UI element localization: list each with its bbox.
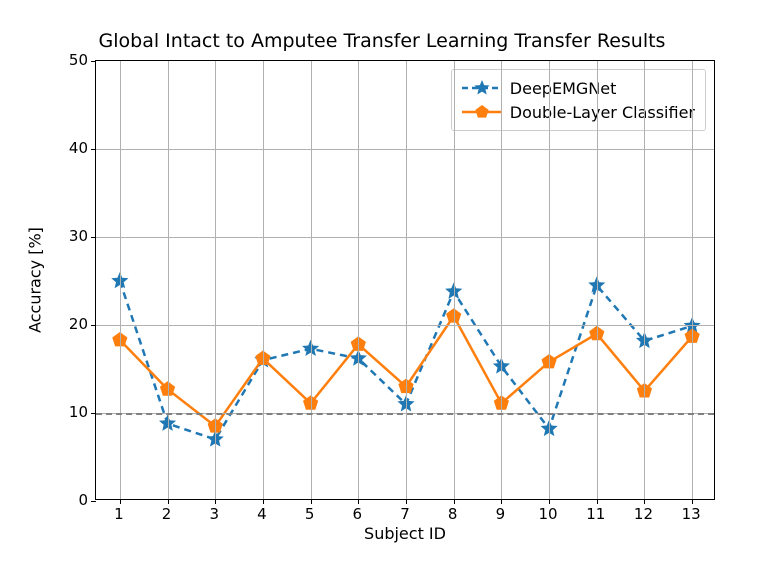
xtick-mark — [692, 499, 693, 504]
legend-entry: Double-Layer Classifier — [460, 100, 695, 124]
ytick-mark — [91, 325, 96, 326]
grid-line-v — [501, 61, 502, 499]
xtick-label: 10 — [539, 505, 558, 523]
grid-line-v — [597, 61, 598, 499]
xtick-label: 2 — [162, 505, 172, 523]
ytick-label: 20 — [69, 315, 88, 333]
xtick-label: 1 — [114, 505, 124, 523]
grid-line-v — [406, 61, 407, 499]
grid-line-v — [311, 61, 312, 499]
xtick-mark — [406, 499, 407, 504]
grid-line-h — [96, 149, 714, 150]
xtick-mark — [311, 499, 312, 504]
grid-line-v — [644, 61, 645, 499]
xtick-label: 11 — [586, 505, 605, 523]
legend-label: DeepEMGNet — [510, 79, 617, 98]
legend-label: Double-Layer Classifier — [510, 103, 695, 122]
xtick-mark — [501, 499, 502, 504]
xtick-mark — [454, 499, 455, 504]
ytick-mark — [91, 61, 96, 62]
xtick-mark — [597, 499, 598, 504]
ytick-label: 10 — [69, 403, 88, 421]
grid-line-v — [263, 61, 264, 499]
xtick-mark — [644, 499, 645, 504]
xtick-mark — [168, 499, 169, 504]
xtick-mark — [263, 499, 264, 504]
legend-swatch — [460, 78, 504, 98]
xtick-label: 8 — [448, 505, 458, 523]
x-axis-label: Subject ID — [364, 524, 446, 543]
legend-swatch — [460, 102, 504, 122]
grid-line-v — [168, 61, 169, 499]
xtick-label: 6 — [353, 505, 363, 523]
xtick-mark — [215, 499, 216, 504]
grid-line-v — [215, 61, 216, 499]
y-axis-label: Accuracy [%] — [26, 227, 45, 333]
legend-entry: DeepEMGNet — [460, 76, 695, 100]
xtick-label: 7 — [400, 505, 410, 523]
grid-line-h — [96, 237, 714, 238]
grid-line-v — [120, 61, 121, 499]
legend: DeepEMGNet Double-Layer Classifier — [451, 69, 706, 131]
ytick-label: 50 — [69, 51, 88, 69]
xtick-mark — [120, 499, 121, 504]
xtick-mark — [549, 499, 550, 504]
chart-figure: Global Intact to Amputee Transfer Learni… — [0, 0, 764, 574]
xtick-mark — [358, 499, 359, 504]
xtick-label: 9 — [496, 505, 506, 523]
ytick-label: 40 — [69, 139, 88, 157]
ytick-mark — [91, 149, 96, 150]
xtick-label: 5 — [305, 505, 315, 523]
reference-line — [96, 413, 714, 415]
ytick-mark — [91, 501, 96, 502]
grid-line-v — [549, 61, 550, 499]
xtick-label: 4 — [257, 505, 267, 523]
ytick-mark — [91, 237, 96, 238]
xtick-label: 3 — [209, 505, 219, 523]
chart-title: Global Intact to Amputee Transfer Learni… — [0, 30, 764, 52]
grid-line-h — [96, 325, 714, 326]
ytick-label: 0 — [78, 491, 88, 509]
plot-area: DeepEMGNet Double-Layer Classifier — [95, 60, 715, 500]
grid-line-v — [692, 61, 693, 499]
xtick-label: 13 — [682, 505, 701, 523]
grid-line-v — [358, 61, 359, 499]
ytick-label: 30 — [69, 227, 88, 245]
xtick-label: 12 — [634, 505, 653, 523]
grid-line-v — [454, 61, 455, 499]
